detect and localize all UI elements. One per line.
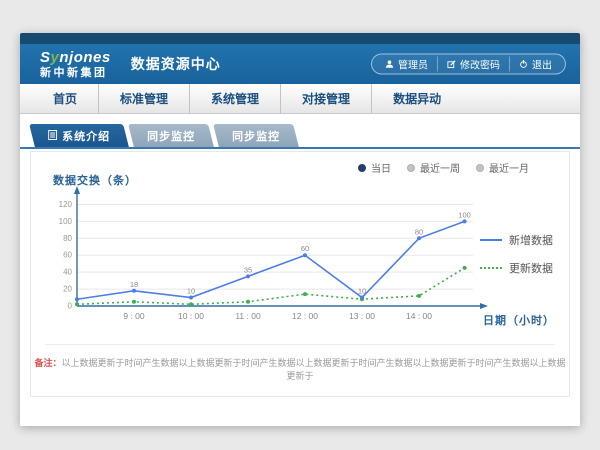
solid-line-icon xyxy=(480,239,502,241)
svg-text:10: 10 xyxy=(358,287,366,296)
brand-subtitle: 新中新集团 xyxy=(40,68,111,79)
nav-item-home[interactable]: 首页 xyxy=(32,84,98,113)
edit-icon xyxy=(447,60,456,69)
legend-item-new-data[interactable]: 新增数据 xyxy=(480,232,553,248)
nav-item-system-mgmt[interactable]: 系统管理 xyxy=(189,84,280,113)
main-content: 系统介绍 同步监控 同步监控 当日 最近一周 xyxy=(20,114,580,426)
nav-item-standard-mgmt[interactable]: 标准管理 xyxy=(98,84,189,113)
svg-text:0: 0 xyxy=(68,302,73,311)
user-toolbar: 管理员 修改密码 退出 xyxy=(371,54,566,75)
svg-text:60: 60 xyxy=(301,244,309,253)
svg-text:100: 100 xyxy=(59,217,73,226)
window-top-strip xyxy=(20,33,580,44)
radio-icon xyxy=(358,164,366,172)
svg-text:10: 10 xyxy=(187,287,195,296)
filter-today[interactable]: 当日 xyxy=(358,160,391,175)
line-chart-svg: 0 20 40 60 80 100 120 9 : 00 10 : 00 11 : 00 12 : … xyxy=(41,184,511,336)
svg-text:20: 20 xyxy=(63,285,72,294)
page-title: 数据资源中心 xyxy=(131,54,221,74)
app-window: Synjones 新中新集团 数据资源中心 管理员 修改密码 退出 xyxy=(20,33,580,426)
tab-system-intro[interactable]: 系统介绍 xyxy=(29,124,129,147)
footnote-label: 备注： xyxy=(34,358,61,368)
svg-text:35: 35 xyxy=(244,265,252,274)
svg-text:40: 40 xyxy=(63,268,72,277)
radio-icon xyxy=(476,164,484,172)
filter-last-week[interactable]: 最近一周 xyxy=(407,160,460,175)
note-divider xyxy=(45,344,555,345)
svg-text:18: 18 xyxy=(130,280,138,289)
tab-sync-monitor-1[interactable]: 同步监控 xyxy=(128,124,214,147)
svg-text:11 : 00: 11 : 00 xyxy=(235,311,261,321)
dotted-line-icon xyxy=(480,267,502,269)
user-icon xyxy=(385,60,394,69)
logout-button[interactable]: 退出 xyxy=(509,57,561,72)
footnote: 备注：以上数据更新于时间产生数据以上数据更新于时间产生数据以上数据更新于时间产生… xyxy=(31,356,569,382)
chart-area: 0 20 40 60 80 100 120 9 : 00 10 : 00 11 : 00 12 : … xyxy=(41,184,511,336)
change-password-button[interactable]: 修改密码 xyxy=(437,57,509,72)
svg-text:80: 80 xyxy=(415,227,423,236)
nav-item-interface-mgmt[interactable]: 对接管理 xyxy=(280,84,371,113)
svg-text:10 : 00: 10 : 00 xyxy=(178,311,204,321)
brand-logo: Synjones 新中新集团 xyxy=(40,50,111,79)
svg-text:13 : 00: 13 : 00 xyxy=(349,311,375,321)
tab-sync-monitor-2[interactable]: 同步监控 xyxy=(213,124,299,147)
nav-item-data-change[interactable]: 数据异动 xyxy=(371,84,462,113)
svg-text:80: 80 xyxy=(63,234,72,243)
filter-last-month[interactable]: 最近一月 xyxy=(476,160,529,175)
admin-user-button[interactable]: 管理员 xyxy=(376,57,437,72)
x-axis-label: 日期（小时） xyxy=(483,312,555,328)
svg-text:14 : 00: 14 : 00 xyxy=(406,311,432,321)
svg-text:60: 60 xyxy=(63,251,72,260)
chart-legend: 新增数据 更新数据 xyxy=(480,232,553,276)
tab-underline xyxy=(20,147,580,149)
svg-text:12 : 00: 12 : 00 xyxy=(292,311,318,321)
brand-name: Synjones xyxy=(40,50,111,65)
document-icon xyxy=(48,129,57,142)
radio-icon xyxy=(407,164,415,172)
tab-bar: 系统介绍 同步监控 同步监控 xyxy=(32,124,301,147)
app-header: Synjones 新中新集团 数据资源中心 管理员 修改密码 退出 xyxy=(20,44,580,84)
legend-item-updated-data[interactable]: 更新数据 xyxy=(480,260,553,276)
chart-panel: 当日 最近一周 最近一月 数据交换（条） 0204060801001209 : … xyxy=(30,151,570,397)
svg-text:100: 100 xyxy=(458,210,471,219)
time-range-filter: 当日 最近一周 最近一月 xyxy=(358,160,529,175)
svg-text:120: 120 xyxy=(59,200,73,209)
power-icon xyxy=(519,60,528,69)
svg-text:9 : 00: 9 : 00 xyxy=(123,311,145,321)
main-nav: 首页 标准管理 系统管理 对接管理 数据异动 xyxy=(20,84,580,114)
